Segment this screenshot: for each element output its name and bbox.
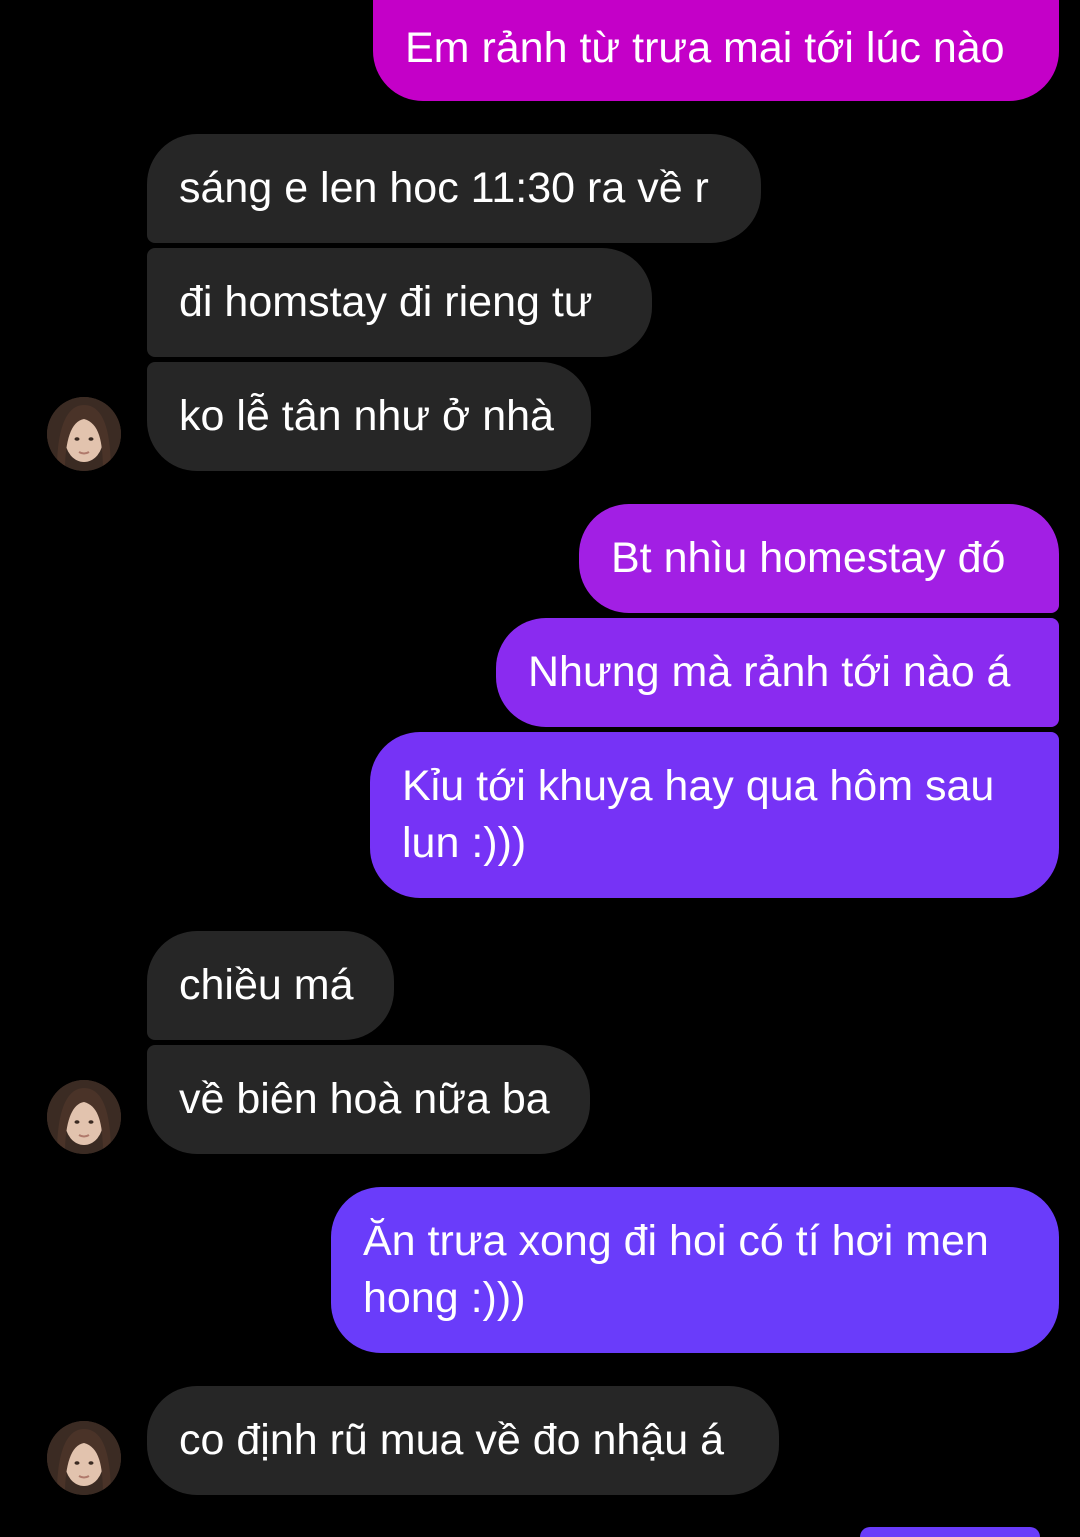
message-incoming[interactable]: về biên hoà nữa ba [147,1045,590,1154]
message-incoming[interactable]: đi homstay đi rieng tư [147,248,652,357]
message-outgoing[interactable]: Ăn trưa xong đi hoi có tí hơi men hong :… [331,1187,1059,1353]
message-outgoing-partial[interactable] [860,1527,1040,1537]
message-text: Nhưng mà rảnh tới nào á [528,648,1011,696]
contact-avatar-icon[interactable] [47,397,121,471]
message-text: đi homstay đi rieng tư [179,278,593,326]
message-text: Ăn trưa xong đi hoi có tí hơi men hong :… [363,1217,989,1322]
message-text: Em rảnh từ trưa mai tới lúc nào [405,24,1005,72]
message-text: co định rũ mua về đo nhậu á [179,1416,725,1464]
message-text: về biên hoà nữa ba [179,1075,550,1123]
message-text: ko lễ tân như ở nhà [179,392,554,440]
contact-avatar-icon[interactable] [47,1421,121,1495]
message-incoming[interactable]: chiều má [147,931,394,1040]
message-text: chiều má [179,961,354,1009]
message-outgoing[interactable]: Bt nhìu homestay đó [579,504,1059,613]
message-text: Bt nhìu homestay đó [611,534,1006,582]
message-text: Kỉu tới khuya hay qua hôm sau lun :))) [402,762,995,867]
message-incoming[interactable]: sáng e len hoc 11:30 ra về r [147,134,761,243]
message-outgoing[interactable]: Nhưng mà rảnh tới nào á [496,618,1059,727]
contact-avatar-icon[interactable] [47,1080,121,1154]
message-incoming[interactable]: ko lễ tân như ở nhà [147,362,591,471]
message-text: sáng e len hoc 11:30 ra về r [179,164,709,212]
message-outgoing[interactable]: Em rảnh từ trưa mai tới lúc nào [373,0,1059,101]
message-outgoing[interactable]: Kỉu tới khuya hay qua hôm sau lun :))) [370,732,1059,898]
message-incoming[interactable]: co định rũ mua về đo nhậu á [147,1386,779,1495]
chat-thread: Em rảnh từ trưa mai tới lúc nào sáng e l… [0,0,1080,1537]
